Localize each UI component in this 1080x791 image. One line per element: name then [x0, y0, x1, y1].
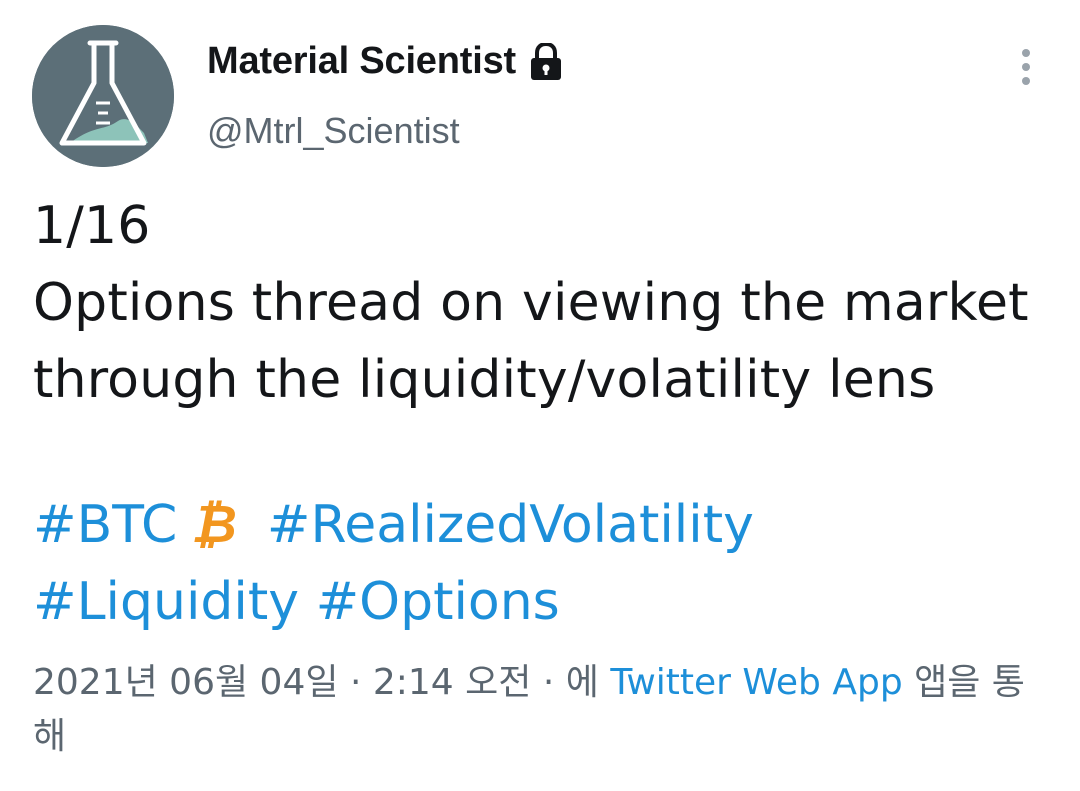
tweet-date[interactable]: 2021년 06월 04일 [33, 662, 338, 703]
display-name[interactable]: Material Scientist [207, 40, 516, 83]
separator: · [349, 662, 362, 703]
tweet-metadata: 2021년 06월 04일 · 2:14 오전 · 에 Twitter Web … [33, 656, 1053, 764]
tweet-time[interactable]: 2:14 오전 [373, 662, 532, 703]
tweet-text: 1/16 Options thread on viewing the marke… [33, 196, 1029, 410]
hashtag-liquidity[interactable]: #Liquidity [33, 572, 299, 632]
user-name-row: Material Scientist [207, 40, 564, 83]
flask-icon [32, 25, 174, 167]
avatar[interactable] [32, 25, 174, 167]
hashtag-options[interactable]: #Options [316, 572, 560, 632]
hashtag-realized-volatility[interactable]: #RealizedVolatility [267, 495, 754, 555]
via-prefix: 에 [565, 662, 599, 703]
more-options-icon[interactable] [1010, 48, 1042, 88]
source-app-link[interactable]: Twitter Web App [610, 662, 902, 703]
lock-icon [528, 41, 564, 81]
user-handle[interactable]: @Mtrl_Scientist [207, 110, 460, 152]
hashtag-block: #BTC ₿ #RealizedVolatility #Liquidity #Opt… [33, 487, 1053, 641]
bitcoin-icon: ₿ [191, 495, 237, 555]
hashtag-btc[interactable]: #BTC [33, 495, 177, 555]
separator: · [542, 662, 555, 703]
